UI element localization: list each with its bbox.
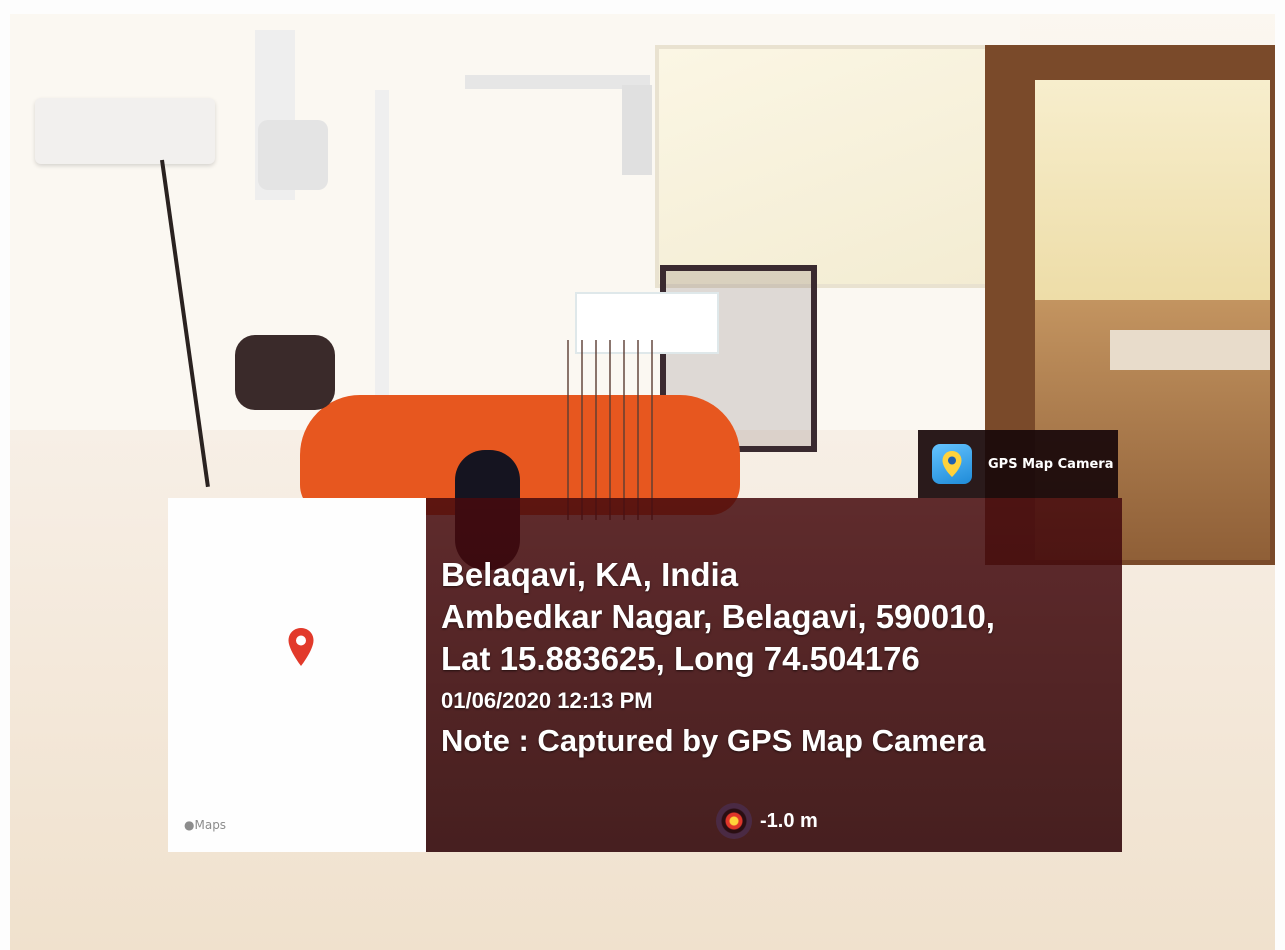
- lamp-pole: [375, 90, 389, 420]
- xray-head: [258, 120, 328, 190]
- location-pin-icon: [287, 627, 315, 671]
- window: [655, 45, 1008, 288]
- maps-credit-label: Maps: [194, 818, 227, 832]
- datetime-line: 01/06/2020 12:13 PM: [441, 688, 653, 713]
- dental-chair: [300, 395, 740, 515]
- lamp-head: [622, 85, 652, 175]
- location-info-panel: Belaqavi, KA, India Ambedkar Nagar, Bela…: [426, 498, 1122, 852]
- map-thumbnail: ●Maps: [168, 498, 426, 852]
- altitude-readout: -1.0 m: [716, 803, 818, 839]
- city-line: Belaqavi, KA, India: [441, 556, 739, 593]
- air-conditioner: [35, 98, 215, 164]
- altitude-value: -1.0 m: [760, 809, 818, 832]
- instrument-hoses: [555, 340, 665, 520]
- altimeter-icon: [716, 803, 752, 839]
- address-line: Ambedkar Nagar, Belagavi, 590010,: [441, 598, 995, 635]
- chair-headrest: [235, 335, 335, 410]
- side-table: [1110, 330, 1270, 370]
- doorway: [1035, 80, 1270, 310]
- app-name: GPS Map Camera: [988, 456, 1114, 472]
- photo-border-right: [1275, 0, 1285, 950]
- note-line: Note : Captured by GPS Map Camera: [441, 723, 986, 758]
- photo-border-top: [0, 0, 1285, 14]
- photo-border-left: [0, 0, 10, 950]
- map-pin-icon: [932, 444, 972, 484]
- app-badge: GPS Map Camera: [918, 430, 1118, 498]
- coordinates-line: Lat 15.883625, Long 74.504176: [441, 640, 920, 677]
- apple-logo-icon: ●: [184, 818, 195, 832]
- maps-credit: ●Maps: [184, 818, 226, 832]
